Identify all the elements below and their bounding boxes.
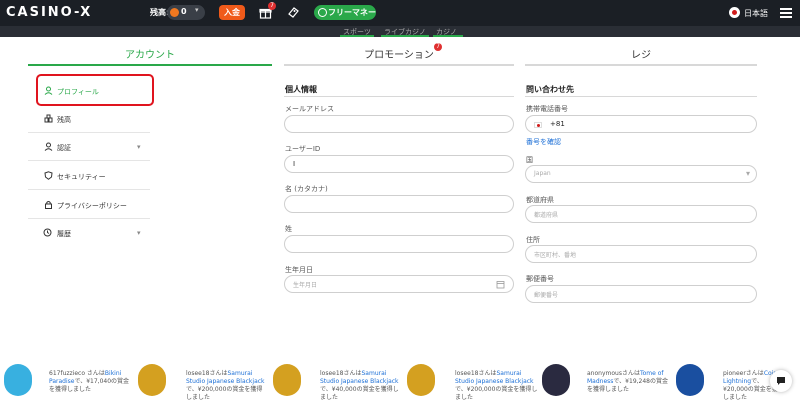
verify-phone-link[interactable]: 番号を確認 [526, 137, 561, 147]
sidebar-divider [28, 160, 150, 161]
postal-placeholder: 郵便番号 [534, 292, 559, 299]
coin-icon [318, 8, 327, 17]
menu-icon[interactable] [780, 8, 792, 18]
country-label: 国 [526, 156, 533, 164]
dob-label: 生年月日 [285, 266, 313, 274]
address-field[interactable]: 市区町村、番地 [525, 245, 757, 263]
firstname-label: 名 (カタカナ) [285, 185, 328, 193]
subnav-active-indicator [381, 35, 429, 37]
promotion-badge: 7 [434, 43, 442, 51]
section-divider [284, 96, 514, 97]
sidebar-item-privacy[interactable]: プライバシーポリシー [57, 201, 127, 211]
history-icon [43, 228, 52, 237]
firstname-field[interactable] [284, 195, 514, 213]
chat-button[interactable] [770, 370, 792, 392]
dob-placeholder: 生年月日 [293, 282, 318, 289]
chevron-down-icon[interactable]: ▾ [137, 229, 141, 237]
deposit-button[interactable]: 入金 [219, 5, 245, 20]
dob-field[interactable]: 生年月日 [284, 275, 514, 293]
game-thumbnail[interactable] [676, 364, 704, 396]
prefecture-field[interactable]: 都道府県 [525, 205, 757, 223]
surname-label: 姓 [285, 225, 292, 233]
winner-ticker: 617fuzzieco さんはBikini Paradiseで、¥17,040の… [0, 358, 800, 400]
top-bar: CASINO-X 残高: 0 ▾ 入金 7 フリーマネー 日本語 [0, 0, 800, 26]
sidebar-item-security[interactable]: セキュリティー [57, 172, 106, 182]
ticker-item: losee18さんはSamurai Studio Japanese Blackj… [455, 370, 538, 400]
language-selector[interactable]: 日本語 [744, 8, 768, 19]
ticker-item: anonymousさんはTome of Madnessで、¥19,248の賞金を… [587, 370, 668, 393]
chevron-down-icon[interactable]: ▾ [137, 143, 141, 151]
game-thumbnail[interactable] [407, 364, 435, 396]
logo[interactable]: CASINO-X [6, 5, 92, 20]
tab-promotion-underline [284, 64, 514, 66]
free-money-button[interactable]: フリーマネー [314, 5, 376, 20]
userid-field[interactable]: I [284, 155, 514, 173]
postal-label: 郵便番号 [526, 275, 554, 283]
country-select[interactable]: Japan ▾ [525, 165, 757, 183]
tab-cashier-underline [525, 64, 757, 66]
ticker-item: 617fuzzieco さんはBikini Paradiseで、¥17,040の… [49, 370, 130, 393]
tab-cashier[interactable]: レジ [525, 46, 757, 61]
chevron-down-icon: ▾ [745, 169, 750, 178]
address-label: 住所 [526, 236, 540, 244]
shield-icon [44, 171, 53, 180]
balance-dropdown[interactable]: 0 ▾ [167, 5, 205, 20]
sidebar-item-balance[interactable]: 残高 [57, 115, 71, 125]
phone-field[interactable]: +81 [525, 115, 757, 133]
prefecture-label: 都道府県 [526, 196, 554, 204]
country-value: Japan [534, 170, 551, 177]
email-field[interactable] [284, 115, 514, 133]
sidebar-divider [28, 132, 150, 133]
free-money-label: フリーマネー [328, 8, 376, 17]
verify-icon [44, 142, 53, 151]
sidebar-item-history[interactable]: 履歴 [57, 229, 71, 239]
tab-promotion[interactable]: プロモーション [284, 46, 514, 61]
gift-badge: 7 [268, 2, 276, 10]
sidebar-divider [28, 218, 150, 219]
game-thumbnail[interactable] [4, 364, 32, 396]
subnav-active-indicator [433, 35, 463, 37]
subnav-active-indicator [340, 35, 374, 37]
address-placeholder: 市区町村、番地 [534, 252, 577, 259]
postal-field[interactable]: 郵便番号 [525, 285, 757, 303]
section-divider [525, 96, 757, 97]
japan-flag-icon[interactable] [729, 7, 740, 18]
phone-label: 携帯電話番号 [526, 105, 568, 113]
ticker-item: losee18さんはSamurai Studio Japanese Blackj… [186, 370, 265, 400]
game-thumbnail[interactable] [138, 364, 166, 396]
email-label: メールアドレス [285, 105, 334, 113]
tab-account-underline [28, 64, 272, 66]
sidebar-item-verification[interactable]: 認証 [57, 143, 71, 153]
userid-value: I [293, 160, 296, 168]
balance-value: 0 [181, 7, 187, 16]
personal-info-title: 個人情報 [285, 85, 317, 94]
sidebar-divider [28, 189, 150, 190]
balance-icon [44, 114, 53, 123]
chat-icon [777, 377, 785, 385]
tab-account[interactable]: アカウント [28, 46, 272, 61]
calendar-icon[interactable] [496, 280, 505, 289]
coin-icon [170, 8, 179, 17]
chevron-down-icon: ▾ [195, 6, 199, 14]
ticket-icon[interactable] [287, 6, 300, 19]
highlight-box [36, 74, 154, 106]
japan-flag-icon [534, 122, 542, 128]
surname-field[interactable] [284, 235, 514, 253]
game-thumbnail[interactable] [273, 364, 301, 396]
lock-icon [45, 201, 52, 209]
phone-code: +81 [550, 120, 565, 128]
userid-label: ユーザーID [285, 145, 321, 153]
ticker-item: losee18さんはSamurai Studio Japanese Blackj… [320, 370, 399, 400]
prefecture-placeholder: 都道府県 [534, 212, 559, 219]
contact-title: 問い合わせ先 [526, 85, 574, 94]
game-thumbnail[interactable] [542, 364, 570, 396]
